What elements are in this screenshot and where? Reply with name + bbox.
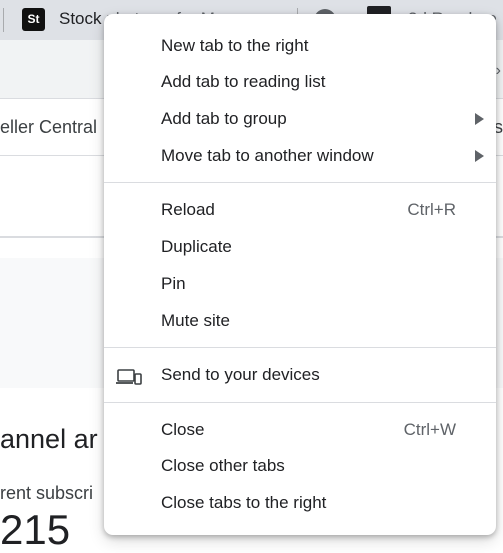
menu-item-add-to-group[interactable]: Add tab to group — [104, 102, 496, 138]
menu-separator — [104, 347, 496, 348]
menu-item-label: New tab to the right — [161, 36, 309, 55]
devices-icon — [116, 369, 142, 385]
menu-item-send-to-devices[interactable]: Send to your devices — [104, 358, 496, 394]
menu-item-add-reading-list[interactable]: Add tab to reading list — [104, 65, 496, 101]
menu-item-new-tab-right[interactable]: New tab to the right — [104, 29, 496, 65]
menu-item-label: Duplicate — [161, 237, 232, 256]
menu-item-label: Close other tabs — [161, 456, 285, 475]
menu-item-move-to-window[interactable]: Move tab to another window — [104, 139, 496, 175]
menu-separator — [104, 182, 496, 183]
chevron-right-icon[interactable]: › — [496, 62, 501, 80]
bookmark-item[interactable]: eller Central — [0, 117, 97, 138]
menu-item-label: Close — [161, 420, 205, 439]
menu-shortcut: Ctrl+R — [407, 200, 456, 219]
menu-item-label: Move tab to another window — [161, 146, 374, 165]
menu-item-label: Add tab to group — [161, 109, 287, 128]
tab-context-menu: New tab to the right Add tab to reading … — [104, 14, 496, 535]
subscriber-count: 215 — [0, 506, 71, 553]
menu-item-mute-site[interactable]: Mute site — [104, 304, 496, 340]
tab-separator — [3, 8, 4, 32]
menu-item-label: Pin — [161, 274, 186, 293]
menu-separator — [104, 402, 496, 403]
menu-item-label: Reload — [161, 200, 215, 219]
menu-item-label: Add tab to reading list — [161, 72, 326, 91]
menu-item-reload[interactable]: Reload Ctrl+R — [104, 193, 496, 229]
menu-item-close-other-tabs[interactable]: Close other tabs — [104, 449, 496, 485]
page-heading: annel ar — [0, 424, 98, 454]
submenu-arrow-icon — [475, 150, 484, 162]
menu-item-label: Close tabs to the right — [161, 493, 327, 512]
menu-item-label: Send to your devices — [161, 365, 320, 384]
menu-item-duplicate[interactable]: Duplicate — [104, 230, 496, 266]
menu-item-pin[interactable]: Pin — [104, 267, 496, 303]
menu-item-close-tabs-right[interactable]: Close tabs to the right — [104, 486, 496, 522]
menu-item-label: Mute site — [161, 311, 230, 330]
st-icon: St — [22, 8, 45, 31]
menu-item-close[interactable]: Close Ctrl+W — [104, 413, 496, 449]
submenu-arrow-icon — [475, 113, 484, 125]
page-subtext: rent subscri — [0, 483, 94, 503]
menu-shortcut: Ctrl+W — [403, 420, 456, 439]
